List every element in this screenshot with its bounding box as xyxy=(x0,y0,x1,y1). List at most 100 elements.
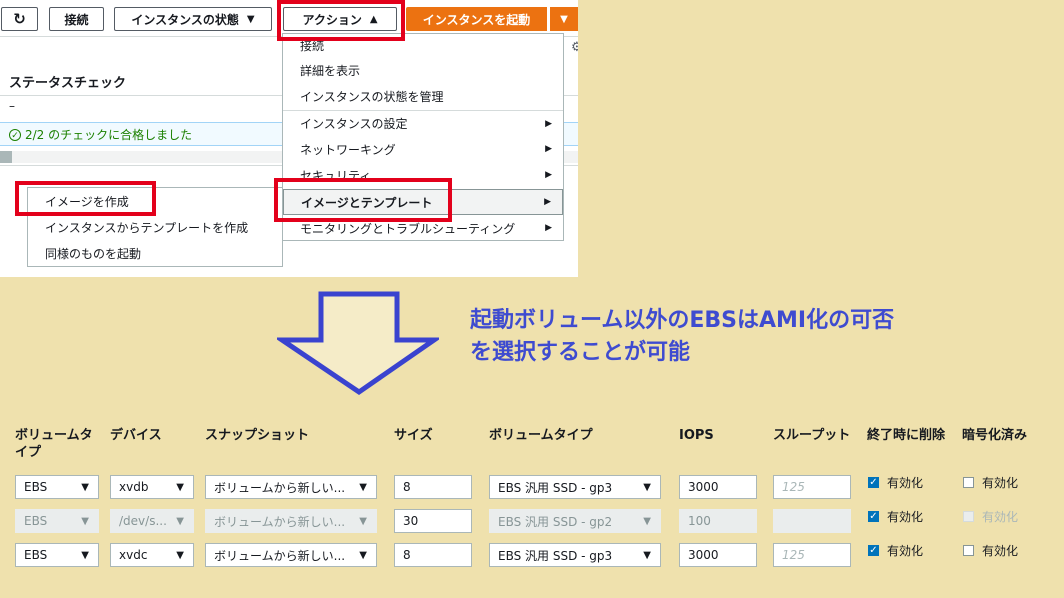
launch-instance-button[interactable]: インスタンスを起動 xyxy=(406,7,547,31)
highlight-create-image xyxy=(15,181,156,216)
refresh-icon: ↻ xyxy=(13,10,26,28)
caret-down-icon: ▼ xyxy=(81,516,89,527)
menu-item-label: インスタンスからテンプレートを作成 xyxy=(45,221,249,235)
select-value: ボリュームから新しい... xyxy=(214,480,346,495)
caret-down-icon: ▼ xyxy=(176,516,184,527)
menu-item-manage-state[interactable]: インスタンスの状態を管理 xyxy=(283,84,563,109)
iops-input[interactable]: 3000 xyxy=(679,543,757,567)
header-device: デバイス xyxy=(110,428,162,443)
down-arrow-icon xyxy=(277,291,439,396)
select-value: ボリュームから新しい... xyxy=(214,548,346,563)
select-value: xvdc xyxy=(119,548,148,562)
ebs-type-select[interactable]: EBS 汎用 SSD - gp3 ▼ xyxy=(489,543,661,567)
caret-down-icon: ▼ xyxy=(176,482,184,493)
menu-item-label: 同様のものを起動 xyxy=(45,247,142,261)
menu-item-label: インスタンスの設定 xyxy=(300,117,408,131)
device-select: /dev/s... ▼ xyxy=(110,509,194,533)
status-check-text: 2/2 のチェックに合格しました xyxy=(25,128,193,142)
iops-input: 100 xyxy=(679,509,757,533)
select-value: EBS xyxy=(24,548,48,562)
select-value: EBS 汎用 SSD - gp3 xyxy=(498,480,613,495)
caret-down-icon: ▼ xyxy=(81,550,89,561)
size-input[interactable]: 8 xyxy=(394,543,472,567)
iops-input[interactable]: 3000 xyxy=(679,475,757,499)
snapshot-select[interactable]: ボリュームから新しい... ▼ xyxy=(205,475,377,499)
size-input[interactable]: 30 xyxy=(394,509,472,533)
throughput-input[interactable]: 125 xyxy=(773,475,851,499)
header-iops: IOPS xyxy=(679,428,714,443)
select-value: EBS xyxy=(24,514,48,528)
menu-item-instance-settings[interactable]: インスタンスの設定 ▶ xyxy=(283,110,563,136)
delete-on-termination-checkbox[interactable]: ✓ xyxy=(868,511,879,522)
menu-item-networking[interactable]: ネットワーキング ▶ xyxy=(283,136,563,162)
header-size: サイズ xyxy=(394,428,433,443)
chevron-right-icon: ▶ xyxy=(545,223,552,233)
select-value: ボリュームから新しい... xyxy=(214,514,346,529)
select-value: /dev/s... xyxy=(119,514,167,528)
header-encrypted: 暗号化済み xyxy=(962,428,1028,443)
instance-state-label: インスタンスの状態 xyxy=(131,12,239,27)
delete-on-termination-checkbox[interactable]: ✓ xyxy=(868,477,879,488)
caret-down-icon: ▼ xyxy=(560,13,568,25)
caret-down-icon: ▼ xyxy=(359,550,367,561)
refresh-button[interactable]: ↻ xyxy=(1,7,38,31)
size-input[interactable]: 8 xyxy=(394,475,472,499)
launch-instance-dropdown-button[interactable]: ▼ xyxy=(550,7,578,31)
menu-item-label: ネットワーキング xyxy=(300,142,396,157)
select-value: EBS xyxy=(24,480,48,494)
menu-item-create-template[interactable]: インスタンスからテンプレートを作成 xyxy=(28,215,282,240)
menu-item-label: モニタリングとトラブルシューティング xyxy=(300,221,516,236)
device-select[interactable]: xvdc ▼ xyxy=(110,543,194,567)
throughput-input[interactable]: 125 xyxy=(773,543,851,567)
menu-item-view-details[interactable]: 詳細を表示 xyxy=(283,58,563,83)
checkbox-label: 有効化 xyxy=(982,544,1019,558)
status-dash: – xyxy=(9,99,15,113)
header-ebs-type: ボリュームタイプ xyxy=(489,428,593,443)
ebs-type-select: EBS 汎用 SSD - gp2 ▼ xyxy=(489,509,661,533)
header-throughput: スループット xyxy=(773,428,851,443)
check-circle-icon: ✓ xyxy=(9,128,21,141)
caret-down-icon: ▼ xyxy=(359,482,367,493)
caret-down-icon: ▼ xyxy=(176,550,184,561)
chevron-right-icon: ▶ xyxy=(545,170,552,180)
caret-down-icon: ▼ xyxy=(359,516,367,527)
checkbox-label: 有効化 xyxy=(982,476,1019,490)
header-snapshot: スナップショット xyxy=(205,428,310,443)
device-select[interactable]: xvdb ▼ xyxy=(110,475,194,499)
caret-down-icon: ▼ xyxy=(246,13,255,25)
checkbox-label: 有効化 xyxy=(887,476,924,490)
caret-down-icon: ▼ xyxy=(643,516,651,527)
volume-type-select[interactable]: EBS ▼ xyxy=(15,475,99,499)
annotation-line-2: を選択することが可能 xyxy=(470,340,691,365)
select-value: EBS 汎用 SSD - gp2 xyxy=(498,514,613,529)
scrollbar-thumb[interactable] xyxy=(0,151,12,163)
caret-down-icon: ▼ xyxy=(643,482,651,493)
volume-type-select: EBS ▼ xyxy=(15,509,99,533)
delete-on-termination-checkbox[interactable]: ✓ xyxy=(868,545,879,556)
caret-down-icon: ▼ xyxy=(81,482,89,493)
checkbox-label: 有効化 xyxy=(887,510,924,524)
highlight-image-templates xyxy=(274,178,452,222)
chevron-right-icon: ▶ xyxy=(545,118,552,129)
chevron-right-icon: ▶ xyxy=(544,197,551,207)
volume-type-select[interactable]: EBS ▼ xyxy=(15,543,99,567)
ebs-type-select[interactable]: EBS 汎用 SSD - gp3 ▼ xyxy=(489,475,661,499)
encrypted-checkbox[interactable] xyxy=(963,477,974,488)
highlight-actions-button xyxy=(277,0,405,41)
snapshot-select: ボリュームから新しい... ▼ xyxy=(205,509,377,533)
status-check-header: ステータスチェック xyxy=(9,76,127,91)
header-volume-type: ボリュームタイプ xyxy=(15,428,93,460)
encrypted-checkbox[interactable] xyxy=(963,545,974,556)
checkbox-label: 有効化 xyxy=(982,510,1019,524)
launch-instance-label: インスタンスを起動 xyxy=(422,12,531,27)
settings-icon[interactable]: ⚙ xyxy=(571,40,578,55)
menu-item-launch-more-like-this[interactable]: 同様のものを起動 xyxy=(28,241,282,266)
instance-state-button[interactable]: インスタンスの状態 ▼ xyxy=(114,7,272,31)
menu-item-label: 詳細を表示 xyxy=(300,64,361,78)
connect-button[interactable]: 接続 xyxy=(49,7,104,31)
checkbox-label: 有効化 xyxy=(887,544,924,558)
snapshot-select[interactable]: ボリュームから新しい... ▼ xyxy=(205,543,377,567)
select-value: EBS 汎用 SSD - gp3 xyxy=(498,548,613,563)
status-check-result: ✓ 2/2 のチェックに合格しました xyxy=(9,126,192,143)
chevron-right-icon: ▶ xyxy=(545,144,552,154)
